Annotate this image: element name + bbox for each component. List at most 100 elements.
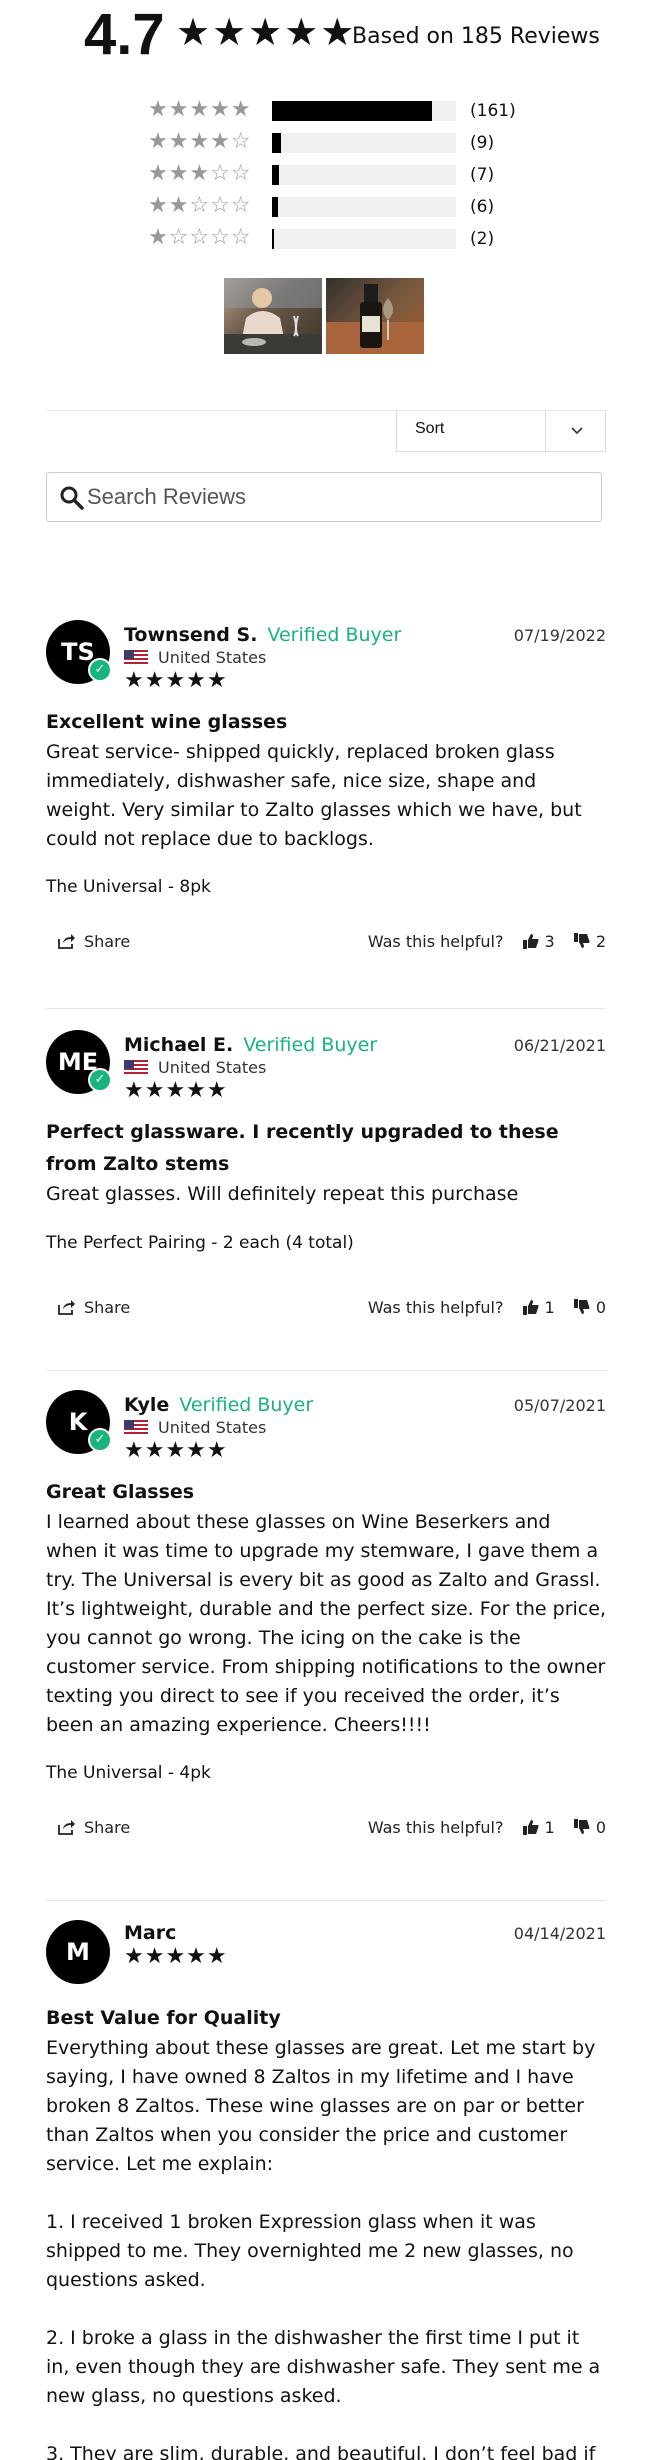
histogram-bar-fill (272, 229, 275, 249)
helpful-votes: Was this helpful? 1 0 (368, 1294, 606, 1322)
share-button[interactable]: Share (58, 1814, 130, 1842)
thumbs-up-icon (522, 1820, 539, 1835)
avatar: M (46, 1920, 110, 1984)
review-card: K ✓ Kyle Verified Buyer United States ★★★… (46, 1390, 606, 1850)
thumbs-down-icon (573, 1819, 590, 1834)
sort-dropdown[interactable]: Sort (396, 410, 606, 452)
histogram-count: (6) (470, 197, 495, 217)
search-icon (60, 486, 84, 510)
reviewer-name: Michael E. Verified Buyer (124, 1032, 377, 1058)
share-button[interactable]: Share (58, 1294, 130, 1322)
review-divider (46, 1008, 606, 1009)
histogram-bar-track (272, 197, 456, 217)
histogram-bar-track (272, 165, 456, 185)
histogram-bar-fill (272, 101, 433, 121)
thumbs-up-button[interactable]: 1 (522, 1294, 555, 1322)
us-flag-icon (124, 1420, 148, 1436)
share-icon (58, 1300, 75, 1315)
reviewer-name-text: Marc (124, 1922, 177, 1944)
thumbs-up-button[interactable]: 3 (522, 928, 555, 956)
review-product: The Perfect Pairing - 2 each (4 total) (46, 1233, 354, 1253)
review-body: I learned about these glasses on Wine Be… (46, 1511, 606, 1736)
thumbs-down-icon (573, 1299, 590, 1314)
histogram-stars: ★★☆☆☆ (148, 193, 252, 218)
histogram-row-4[interactable]: ★★★★☆ (9) (0, 128, 652, 156)
review-title: Perfect glassware. I recently upgraded t… (46, 1121, 559, 1175)
sort-label: Sort (415, 420, 445, 437)
histogram-row-1[interactable]: ★☆☆☆☆ (2) (0, 224, 652, 252)
thumbs-down-button[interactable]: 2 (573, 928, 606, 956)
helpful-label: Was this helpful? (367, 932, 504, 951)
histogram-bar-track (272, 133, 456, 153)
verified-buyer-label: Verified Buyer (179, 1394, 314, 1416)
verified-check-icon: ✓ (88, 658, 112, 682)
verified-buyer-label: Verified Buyer (243, 1034, 378, 1056)
reviewer-name-text: Kyle (124, 1394, 170, 1416)
reviewer-country: United States (158, 648, 267, 667)
review-stars: ★★★★★ (124, 1078, 228, 1103)
histogram-bar-fill (272, 197, 278, 217)
thumbs-down-icon (573, 933, 590, 948)
review-stars: ★★★★★ (124, 1438, 228, 1463)
share-label: Share (84, 1818, 131, 1837)
thumbs-down-count: 2 (595, 932, 606, 951)
histogram-row-3[interactable]: ★★★☆☆ (7) (0, 160, 652, 188)
customer-photo[interactable] (224, 278, 322, 354)
reviewer-country: United States (158, 1058, 267, 1077)
thumbs-up-count: 1 (544, 1818, 555, 1837)
thumbs-up-icon (522, 934, 539, 949)
customer-photo[interactable] (326, 278, 424, 354)
helpful-label: Was this helpful? (367, 1298, 504, 1317)
review-actions: Share Was this helpful? 1 0 (46, 1294, 606, 1322)
review-body: Great service- shipped quickly, replaced… (46, 741, 582, 850)
reviewer-name: Marc (124, 1920, 176, 1946)
histogram-row-2[interactable]: ★★☆☆☆ (6) (0, 192, 652, 220)
thumbs-up-count: 1 (544, 1298, 555, 1317)
average-stars: ★★★★★ (176, 10, 357, 54)
review-card: ME ✓ Michael E. Verified Buyer United Sta… (46, 1030, 606, 1330)
verified-check-icon: ✓ (88, 1428, 112, 1452)
share-button[interactable]: Share (58, 928, 130, 956)
review-body: Everything about these glasses are great… (46, 2037, 601, 2460)
share-icon (58, 934, 75, 949)
review-actions: Share Was this helpful? 1 0 (46, 1814, 606, 1842)
histogram-stars: ★★★★★ (148, 97, 252, 122)
histogram-bar-fill (272, 165, 280, 185)
review-date: 06/21/2021 (513, 1036, 606, 1055)
search-input[interactable] (87, 479, 587, 515)
verified-check-icon: ✓ (88, 1068, 112, 1092)
thumbs-down-button[interactable]: 0 (573, 1814, 606, 1842)
reviewer-name-text: Townsend S. (124, 624, 258, 646)
review-stars: ★★★★★ (124, 1944, 228, 1969)
search-box (46, 472, 602, 522)
based-on-text: Based on 185 Reviews (352, 24, 600, 49)
reviewer-name: Kyle Verified Buyer (124, 1392, 313, 1418)
share-icon (58, 1820, 75, 1835)
photo-image (224, 278, 322, 354)
thumbs-down-count: 0 (595, 1818, 606, 1837)
histogram-count: (7) (470, 165, 495, 185)
share-label: Share (84, 932, 131, 951)
histogram-count: (2) (470, 229, 495, 249)
histogram-bar-track (272, 101, 456, 121)
review-divider (46, 1370, 606, 1371)
review-title: Best Value for Quality (46, 2007, 281, 2029)
reviewer-country: United States (158, 1418, 267, 1437)
photo-image (326, 284, 424, 354)
helpful-votes: Was this helpful? 1 0 (368, 1814, 606, 1842)
thumbs-down-button[interactable]: 0 (573, 1294, 606, 1322)
verified-buyer-label: Verified Buyer (267, 624, 402, 646)
histogram-stars: ★☆☆☆☆ (148, 225, 252, 250)
histogram-row-5[interactable]: ★★★★★ (161) (0, 96, 652, 124)
review-product: The Universal - 8pk (46, 877, 211, 897)
helpful-label: Was this helpful? (367, 1818, 504, 1837)
reviewer-name: Townsend S. Verified Buyer (124, 622, 401, 648)
histogram-stars: ★★★☆☆ (148, 161, 252, 186)
helpful-votes: Was this helpful? 3 2 (368, 928, 606, 956)
us-flag-icon (124, 1060, 148, 1076)
histogram-bar-fill (272, 133, 282, 153)
thumbs-up-button[interactable]: 1 (522, 1814, 555, 1842)
chevron-down-icon (571, 427, 583, 435)
reviewer-name-text: Michael E. (124, 1034, 234, 1056)
review-body: Great glasses. Will definitely repeat th… (46, 1183, 519, 1205)
